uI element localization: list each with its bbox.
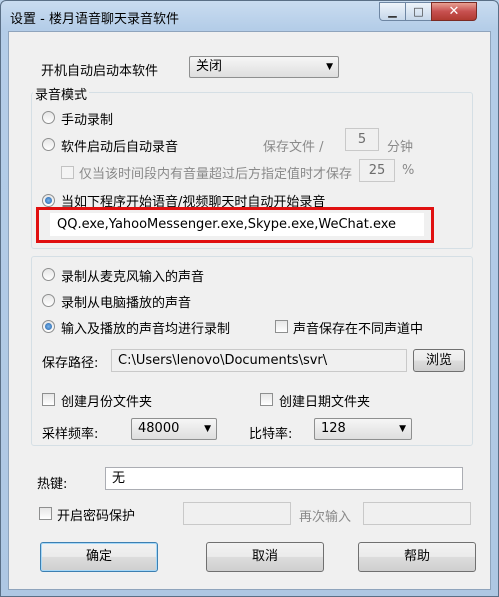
cancel-button[interactable]: 取消: [206, 542, 324, 572]
title-bar[interactable]: 设置 - 楼月语音聊天录音软件 ▁ □ ✕: [1, 1, 498, 31]
help-button[interactable]: 帮助: [358, 542, 476, 572]
separate-channels-label: 声音保存在不同声道中: [293, 322, 424, 337]
window-title: 设置 - 楼月语音聊天录音软件: [10, 12, 179, 27]
month-folder-checkbox[interactable]: [42, 393, 55, 406]
date-folder-checkbox[interactable]: [260, 393, 273, 406]
dialog-client: 开机自动启动本软件 关闭 ▼ 录音模式 手动录制 软件启动后自动录音 保存文件 …: [8, 31, 491, 590]
close-button[interactable]: ✕: [431, 2, 477, 21]
save-file-label: 保存文件 /: [263, 140, 324, 155]
separate-channels-checkbox[interactable]: [275, 320, 288, 333]
month-folder-label: 创建月份文件夹: [61, 395, 153, 410]
password-label: 开启密码保护: [57, 509, 136, 524]
percent-unit: %: [402, 163, 415, 178]
record-mode-title: 录音模式: [33, 84, 90, 103]
auto-start-radio[interactable]: [42, 138, 55, 151]
save-path-label: 保存路径:: [42, 356, 99, 371]
chevron-down-icon: ▼: [326, 62, 333, 72]
speaker-radio[interactable]: [42, 294, 55, 307]
program-trigger-radio[interactable]: [42, 194, 55, 207]
manual-radio[interactable]: [42, 111, 55, 124]
manual-label: 手动录制: [61, 113, 114, 128]
hotkey-label: 热键:: [37, 477, 68, 492]
maximize-button[interactable]: □: [405, 2, 432, 21]
save-minutes-input[interactable]: 5: [345, 128, 379, 151]
ok-button[interactable]: 确定: [40, 542, 158, 572]
sample-rate-value: 48000: [138, 421, 180, 436]
chevron-down-icon: ▼: [204, 424, 211, 434]
close-icon: ✕: [448, 4, 460, 19]
repeat-password-label: 再次输入: [299, 510, 352, 525]
hotkey-input[interactable]: 无: [105, 467, 463, 490]
both-radio[interactable]: [42, 320, 55, 333]
bitrate-select[interactable]: 128 ▼: [314, 418, 412, 440]
minutes-unit: 分钟: [387, 140, 414, 155]
mic-radio[interactable]: [42, 268, 55, 281]
date-folder-label: 创建日期文件夹: [279, 395, 371, 410]
browse-button[interactable]: 浏览: [413, 349, 465, 372]
maximize-icon: □: [413, 5, 424, 18]
bitrate-value: 128: [321, 421, 346, 436]
volume-value-input[interactable]: 25: [359, 159, 395, 182]
programs-input[interactable]: QQ.exe,YahooMessenger.exe,Skype.exe,WeCh…: [50, 213, 424, 236]
mic-label: 录制从麦克风输入的声音: [61, 270, 205, 285]
volume-threshold-checkbox[interactable]: [61, 166, 74, 179]
repeat-password-input[interactable]: [363, 502, 471, 525]
auto-start-label: 软件启动后自动录音: [61, 140, 179, 155]
password-checkbox[interactable]: [39, 507, 52, 520]
sample-rate-label: 采样频率:: [42, 427, 99, 442]
speaker-label: 录制从电脑播放的声音: [61, 296, 192, 311]
volume-threshold-label: 仅当该时间段内有音量超过后方指定值时才保存: [79, 167, 353, 182]
autostart-value: 关闭: [196, 59, 223, 74]
autostart-select[interactable]: 关闭 ▼: [189, 56, 339, 78]
autostart-label: 开机自动启动本软件: [41, 64, 159, 79]
minimize-icon: ▁: [388, 5, 397, 18]
save-path-input[interactable]: C:\Users\lenovo\Documents\svr\: [111, 349, 407, 372]
password-input[interactable]: [183, 502, 291, 525]
chevron-down-icon: ▼: [399, 424, 406, 434]
both-label: 输入及播放的声音均进行录制: [61, 322, 231, 337]
minimize-button[interactable]: ▁: [379, 2, 406, 21]
settings-window: 设置 - 楼月语音聊天录音软件 ▁ □ ✕ 开机自动启动本软件 关闭 ▼ 录音模…: [0, 0, 499, 597]
bitrate-label: 比特率:: [249, 427, 293, 442]
sample-rate-select[interactable]: 48000 ▼: [131, 418, 217, 440]
